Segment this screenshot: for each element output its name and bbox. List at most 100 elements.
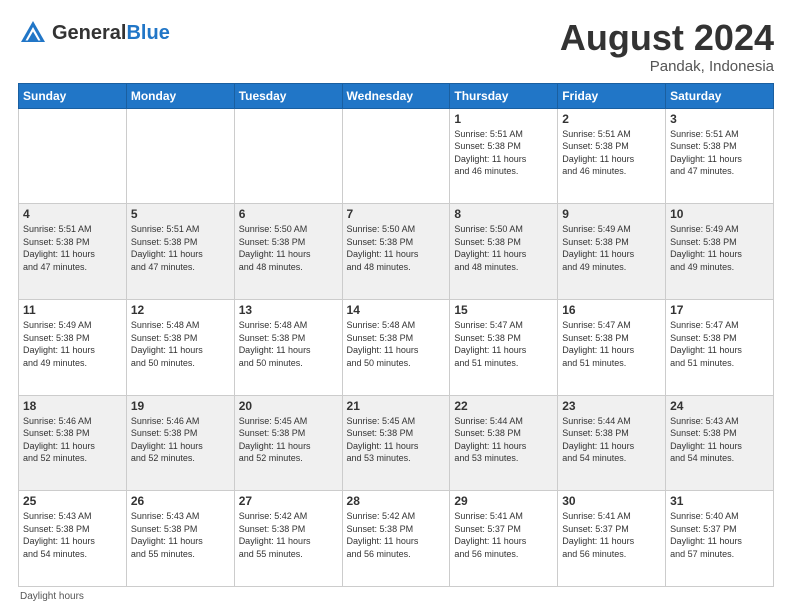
day-info: Sunrise: 5:49 AM Sunset: 5:38 PM Dayligh… — [562, 223, 661, 273]
calendar-day-9: 9 Sunrise: 5:49 AM Sunset: 5:38 PM Daylig… — [558, 204, 666, 300]
calendar-week-1: 1 Sunrise: 5:51 AM Sunset: 5:38 PM Daylig… — [19, 108, 774, 204]
day-info: Sunrise: 5:47 AM Sunset: 5:38 PM Dayligh… — [670, 319, 769, 369]
day-info: Sunrise: 5:46 AM Sunset: 5:38 PM Dayligh… — [23, 415, 122, 465]
day-info: Sunrise: 5:44 AM Sunset: 5:38 PM Dayligh… — [454, 415, 553, 465]
calendar-week-2: 4 Sunrise: 5:51 AM Sunset: 5:38 PM Daylig… — [19, 204, 774, 300]
calendar-table: SundayMondayTuesdayWednesdayThursdayFrid… — [18, 83, 774, 587]
day-header-wednesday: Wednesday — [342, 83, 450, 108]
day-number: 16 — [562, 303, 661, 317]
calendar-day-24: 24Sunrise: 5:43 AM Sunset: 5:38 PM Dayli… — [666, 395, 774, 491]
calendar-week-4: 18 Sunrise: 5:46 AM Sunset: 5:38 PM Dayli… — [19, 395, 774, 491]
day-header-sunday: Sunday — [19, 83, 127, 108]
calendar-week-5: 25 Sunrise: 5:43 AM Sunset: 5:38 PM Dayli… — [19, 491, 774, 587]
day-number: 22 — [454, 399, 553, 413]
day-info: Sunrise: 5:49 AM Sunset: 5:38 PM Dayligh… — [670, 223, 769, 273]
header-row: SundayMondayTuesdayWednesdayThursdayFrid… — [19, 83, 774, 108]
title-block: August 2024 Pandak, Indonesia — [560, 18, 774, 75]
day-number: 2 — [562, 112, 661, 126]
calendar-day-7: 7Sunrise: 5:50 AM Sunset: 5:38 PM Daylig… — [342, 204, 450, 300]
day-number: 18 — [23, 399, 122, 413]
calendar-day-29: 29Sunrise: 5:41 AM Sunset: 5:37 PM Dayli… — [450, 491, 558, 587]
day-header-tuesday: Tuesday — [234, 83, 342, 108]
day-info: Sunrise: 5:50 AM Sunset: 5:38 PM Dayligh… — [454, 223, 553, 273]
day-info: Sunrise: 5:45 AM Sunset: 5:38 PM Dayligh… — [239, 415, 338, 465]
day-info: Sunrise: 5:50 AM Sunset: 5:38 PM Dayligh… — [239, 223, 338, 273]
calendar-day-27: 27 Sunrise: 5:42 AM Sunset: 5:38 PM Dayli… — [234, 491, 342, 587]
calendar-day-10: 10Sunrise: 5:49 AM Sunset: 5:38 PM Dayli… — [666, 204, 774, 300]
logo-general-text: General — [52, 22, 126, 44]
day-number: 6 — [239, 207, 338, 221]
day-info: Sunrise: 5:51 AM Sunset: 5:38 PM Dayligh… — [670, 128, 769, 178]
calendar-day-3: 3 Sunrise: 5:51 AM Sunset: 5:38 PM Daylig… — [666, 108, 774, 204]
day-info: Sunrise: 5:51 AM Sunset: 5:38 PM Dayligh… — [23, 223, 122, 273]
day-number: 23 — [562, 399, 661, 413]
calendar-day-14: 14Sunrise: 5:48 AM Sunset: 5:38 PM Dayli… — [342, 299, 450, 395]
day-number: 28 — [347, 494, 446, 508]
calendar-day-26: 26 Sunrise: 5:43 AM Sunset: 5:38 PM Dayli… — [126, 491, 234, 587]
day-info: Sunrise: 5:43 AM Sunset: 5:38 PM Dayligh… — [23, 510, 122, 560]
day-info: Sunrise: 5:51 AM Sunset: 5:38 PM Dayligh… — [562, 128, 661, 178]
day-number: 31 — [670, 494, 769, 508]
day-info: Sunrise: 5:48 AM Sunset: 5:38 PM Dayligh… — [347, 319, 446, 369]
calendar-day-15: 15Sunrise: 5:47 AM Sunset: 5:38 PM Dayli… — [450, 299, 558, 395]
day-number: 3 — [670, 112, 769, 126]
calendar-day-12: 12 Sunrise: 5:48 AM Sunset: 5:38 PM Dayli… — [126, 299, 234, 395]
day-number: 4 — [23, 207, 122, 221]
day-info: Sunrise: 5:44 AM Sunset: 5:38 PM Dayligh… — [562, 415, 661, 465]
calendar-day-13: 13 Sunrise: 5:48 AM Sunset: 5:38 PM Dayli… — [234, 299, 342, 395]
day-number: 9 — [562, 207, 661, 221]
day-number: 27 — [239, 494, 338, 508]
day-number: 1 — [454, 112, 553, 126]
footer-note: Daylight hours — [18, 591, 774, 602]
header: GeneralBlue August 2024 Pandak, Indonesi… — [18, 18, 774, 75]
day-number: 5 — [131, 207, 230, 221]
calendar-day-17: 17 Sunrise: 5:47 AM Sunset: 5:38 PM Dayli… — [666, 299, 774, 395]
calendar-day-20: 20 Sunrise: 5:45 AM Sunset: 5:38 PM Dayli… — [234, 395, 342, 491]
day-number: 29 — [454, 494, 553, 508]
day-number: 20 — [239, 399, 338, 413]
calendar-day-16: 16Sunrise: 5:47 AM Sunset: 5:38 PM Dayli… — [558, 299, 666, 395]
day-info: Sunrise: 5:48 AM Sunset: 5:38 PM Dayligh… — [131, 319, 230, 369]
day-number: 7 — [347, 207, 446, 221]
calendar-day-30: 30Sunrise: 5:41 AM Sunset: 5:37 PM Dayli… — [558, 491, 666, 587]
day-info: Sunrise: 5:48 AM Sunset: 5:38 PM Dayligh… — [239, 319, 338, 369]
logo-icon — [18, 18, 48, 48]
day-info: Sunrise: 5:43 AM Sunset: 5:38 PM Dayligh… — [670, 415, 769, 465]
day-info: Sunrise: 5:42 AM Sunset: 5:38 PM Dayligh… — [347, 510, 446, 560]
calendar-day-6: 6 Sunrise: 5:50 AM Sunset: 5:38 PM Daylig… — [234, 204, 342, 300]
calendar-day-31: 31 Sunrise: 5:40 AM Sunset: 5:37 PM Dayli… — [666, 491, 774, 587]
day-info: Sunrise: 5:43 AM Sunset: 5:38 PM Dayligh… — [131, 510, 230, 560]
day-header-saturday: Saturday — [666, 83, 774, 108]
logo: GeneralBlue — [18, 18, 170, 48]
day-info: Sunrise: 5:40 AM Sunset: 5:37 PM Dayligh… — [670, 510, 769, 560]
day-info: Sunrise: 5:46 AM Sunset: 5:38 PM Dayligh… — [131, 415, 230, 465]
day-number: 12 — [131, 303, 230, 317]
empty-cell — [126, 108, 234, 204]
calendar-day-11: 11 Sunrise: 5:49 AM Sunset: 5:38 PM Dayli… — [19, 299, 127, 395]
day-number: 26 — [131, 494, 230, 508]
day-info: Sunrise: 5:47 AM Sunset: 5:38 PM Dayligh… — [454, 319, 553, 369]
day-number: 25 — [23, 494, 122, 508]
logo-blue-text: Blue — [126, 22, 169, 44]
day-info: Sunrise: 5:45 AM Sunset: 5:38 PM Dayligh… — [347, 415, 446, 465]
calendar-week-3: 11 Sunrise: 5:49 AM Sunset: 5:38 PM Dayli… — [19, 299, 774, 395]
day-header-thursday: Thursday — [450, 83, 558, 108]
empty-cell — [19, 108, 127, 204]
day-number: 13 — [239, 303, 338, 317]
day-number: 17 — [670, 303, 769, 317]
day-number: 8 — [454, 207, 553, 221]
calendar-day-19: 19Sunrise: 5:46 AM Sunset: 5:38 PM Dayli… — [126, 395, 234, 491]
day-info: Sunrise: 5:51 AM Sunset: 5:38 PM Dayligh… — [131, 223, 230, 273]
day-info: Sunrise: 5:51 AM Sunset: 5:38 PM Dayligh… — [454, 128, 553, 178]
calendar-day-21: 21 Sunrise: 5:45 AM Sunset: 5:38 PM Dayli… — [342, 395, 450, 491]
logo-text: GeneralBlue — [52, 23, 170, 43]
empty-cell — [342, 108, 450, 204]
page: GeneralBlue August 2024 Pandak, Indonesi… — [0, 0, 792, 612]
day-info: Sunrise: 5:42 AM Sunset: 5:38 PM Dayligh… — [239, 510, 338, 560]
day-number: 21 — [347, 399, 446, 413]
day-number: 11 — [23, 303, 122, 317]
calendar-day-1: 1 Sunrise: 5:51 AM Sunset: 5:38 PM Daylig… — [450, 108, 558, 204]
calendar-day-8: 8 Sunrise: 5:50 AM Sunset: 5:38 PM Daylig… — [450, 204, 558, 300]
month-year: August 2024 — [560, 18, 774, 58]
day-info: Sunrise: 5:49 AM Sunset: 5:38 PM Dayligh… — [23, 319, 122, 369]
